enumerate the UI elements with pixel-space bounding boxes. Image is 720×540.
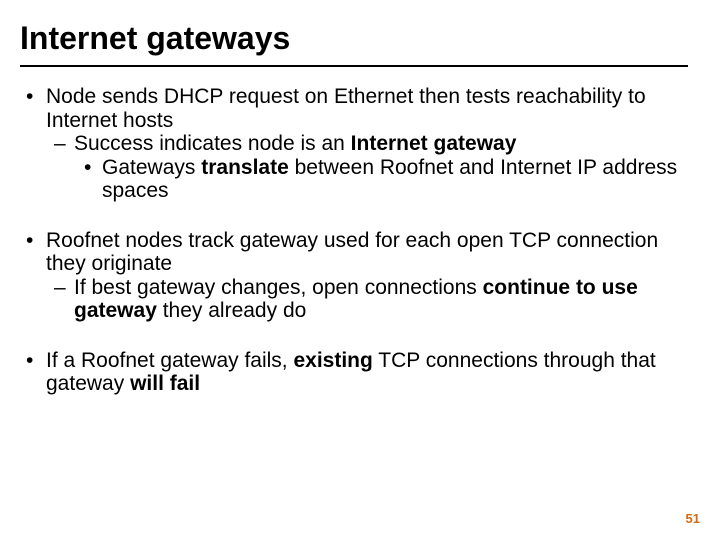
bullet-1-sub: Success indicates node is an Internet ga… <box>46 132 688 203</box>
slide-body: Node sends DHCP request on Ethernet then… <box>20 85 688 396</box>
bullet-2-sub-1: If best gateway changes, open connection… <box>46 276 688 323</box>
bullet-2: Roofnet nodes track gateway used for eac… <box>20 229 688 323</box>
b1s2-b1: translate <box>201 156 289 179</box>
b1s2-p1: Gateways <box>102 156 201 179</box>
title-rule <box>20 65 688 67</box>
bullet-1-text: Node sends DHCP request on Ethernet then… <box>46 85 646 132</box>
b1s1-prefix: Success indicates node is an <box>74 132 351 155</box>
b2s1-p2: they already do <box>157 299 306 322</box>
slide: Internet gateways Node sends DHCP reques… <box>0 0 720 540</box>
b3-b1: existing <box>293 349 372 372</box>
bullet-list: Node sends DHCP request on Ethernet then… <box>20 85 688 396</box>
b1s1-bold: Internet gateway <box>351 132 517 155</box>
b3-b2: will fail <box>130 372 200 395</box>
slide-title: Internet gateways <box>20 20 688 61</box>
bullet-1-sub-1: Success indicates node is an Internet ga… <box>46 132 688 203</box>
bullet-3: If a Roofnet gateway fails, existing TCP… <box>20 349 688 396</box>
page-number: 51 <box>686 511 700 526</box>
bullet-1: Node sends DHCP request on Ethernet then… <box>20 85 688 203</box>
bullet-2-text: Roofnet nodes track gateway used for eac… <box>46 229 658 276</box>
b3-p1: If a Roofnet gateway fails, <box>46 349 293 372</box>
b2s1-p1: If best gateway changes, open connection… <box>74 276 483 299</box>
bullet-1-sub-2-list: Gateways translate between Roofnet and I… <box>74 156 688 203</box>
bullet-1-sub-2: Gateways translate between Roofnet and I… <box>74 156 688 203</box>
bullet-2-sub: If best gateway changes, open connection… <box>46 276 688 323</box>
